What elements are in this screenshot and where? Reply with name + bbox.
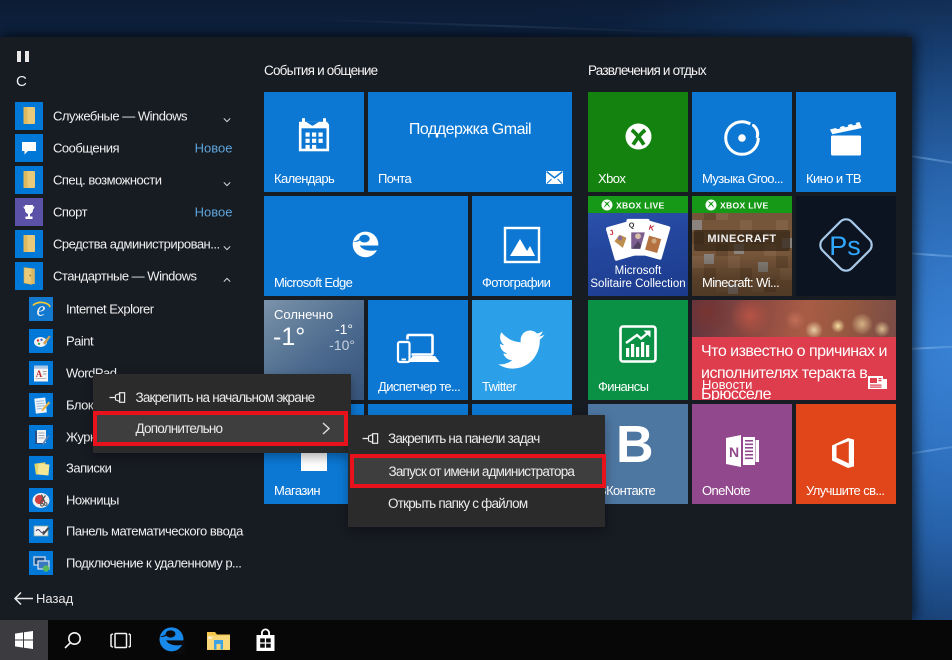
svg-text:A: A (36, 369, 43, 379)
svg-text:Ps: Ps (829, 231, 861, 261)
svg-text:XBOX LIVE: XBOX LIVE (616, 200, 665, 210)
svg-text:XBOX LIVE: XBOX LIVE (720, 200, 769, 210)
svg-text:Q: Q (629, 221, 635, 230)
svg-text:N: N (729, 444, 739, 460)
